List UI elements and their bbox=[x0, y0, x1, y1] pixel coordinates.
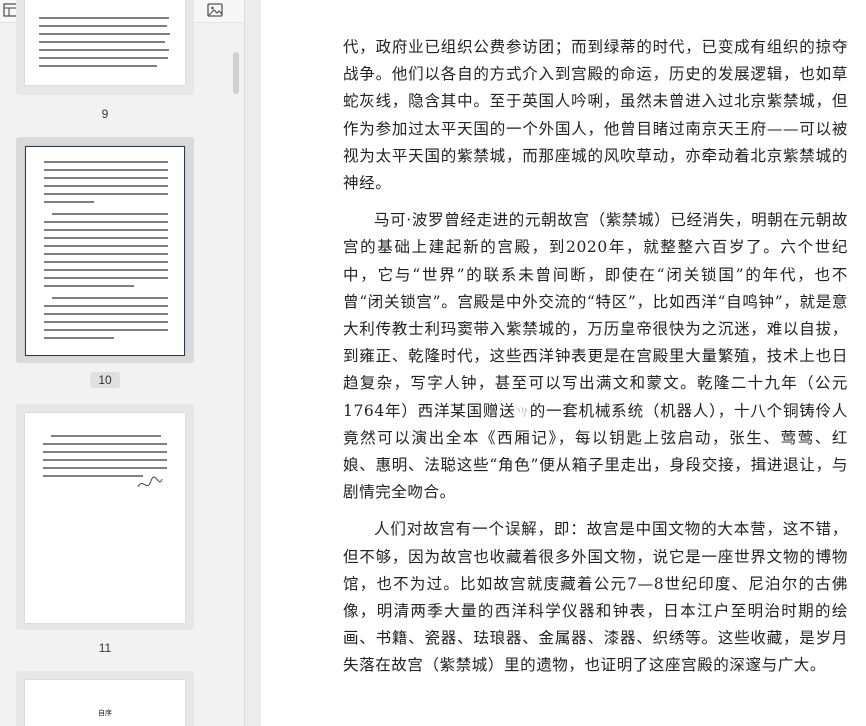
thumbnail-sidebar: 9 10 11 自序 bbox=[0, 0, 245, 726]
paragraph: 人们对故宫有一个误解，即：故宫是中国文物的大本营，这不错，但不够，因为故宫也收藏… bbox=[343, 520, 848, 675]
thumbnail-title: 自序 bbox=[98, 709, 112, 717]
panel-divider[interactable] bbox=[245, 0, 261, 726]
thumbnail-page-preview bbox=[25, 0, 185, 85]
thumbnail-page-preview bbox=[25, 413, 185, 623]
sidebar-scrollbar[interactable] bbox=[233, 52, 239, 94]
handwritten-mark-icon bbox=[517, 406, 527, 417]
thumbnail-page-number: 10 bbox=[90, 372, 120, 388]
page-thumbnail-12[interactable]: 自序 bbox=[16, 671, 194, 726]
thumbnail-page-preview: 自序 bbox=[25, 680, 185, 726]
paragraph-text: 马可·波罗曾经走进的元朝故宫（紫禁城）已经消失，明朝在元朝故宫的基础上建起新的宫… bbox=[343, 211, 848, 420]
paragraph: 马可·波罗曾经走进的元朝故宫（紫禁城）已经消失，明朝在元朝故宫的基础上建起新的宫… bbox=[343, 207, 848, 506]
thumbnail-page-number: 9 bbox=[101, 107, 109, 121]
page-thumbnail-11[interactable] bbox=[16, 404, 194, 630]
page-thumbnail-9[interactable] bbox=[16, 0, 194, 95]
page-thumbnail-10[interactable] bbox=[16, 137, 194, 363]
page-text: 代，政府业已组织公费参访团；而到绿蒂的时代，已变成有组织的掠夺战争。他们以各自的… bbox=[343, 34, 848, 690]
thumbnail-page-number: 11 bbox=[98, 641, 112, 655]
signature-mark bbox=[137, 476, 163, 488]
thumbnail-page-preview bbox=[25, 146, 185, 356]
paragraph: 代，政府业已组织公费参访团；而到绿蒂的时代，已变成有组织的掠夺战争。他们以各自的… bbox=[343, 38, 848, 193]
image-view-icon[interactable] bbox=[206, 2, 224, 18]
document-view: 代，政府业已组织公费参访团；而到绿蒂的时代，已变成有组织的掠夺战争。他们以各自的… bbox=[261, 0, 866, 726]
